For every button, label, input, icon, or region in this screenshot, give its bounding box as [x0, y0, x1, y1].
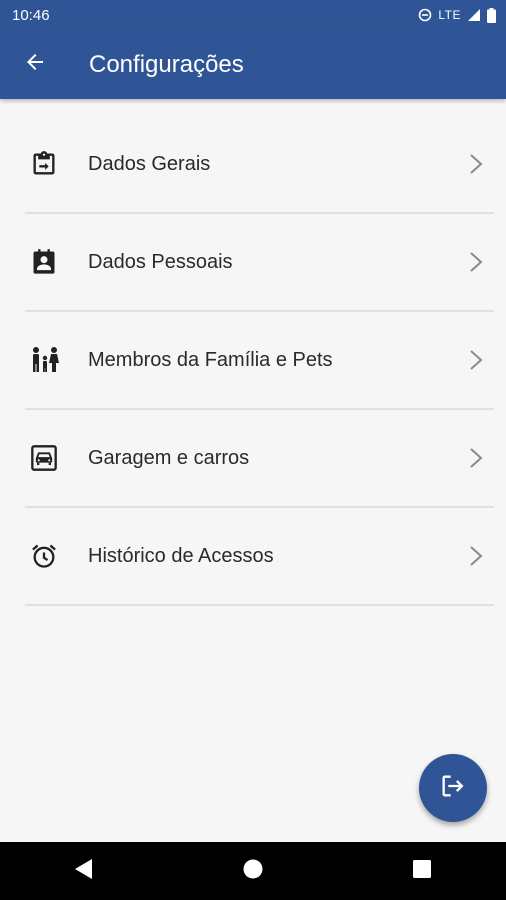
- status-bar: 10:46 LTE: [0, 0, 506, 30]
- app-bar: Configurações: [0, 30, 506, 99]
- signal-icon: [467, 8, 481, 22]
- menu-item-label: Histórico de Acessos: [88, 544, 274, 567]
- battery-icon: [487, 7, 496, 23]
- menu-item-label: Dados Pessoais: [88, 250, 233, 273]
- recents-square-icon: [412, 859, 432, 884]
- do-not-disturb-icon: [418, 8, 432, 22]
- nav-back-button[interactable]: [54, 846, 114, 896]
- system-nav-bar: [0, 842, 506, 900]
- back-triangle-icon: [74, 858, 94, 885]
- status-icons: LTE: [418, 7, 496, 23]
- network-type: LTE: [438, 8, 461, 22]
- menu-item-label: Membros da Família e Pets: [88, 348, 333, 371]
- nav-recents-button[interactable]: [392, 846, 452, 896]
- menu-item-membros-familia-pets[interactable]: Membros da Família e Pets: [25, 312, 494, 410]
- menu-item-label: Dados Gerais: [88, 152, 211, 175]
- chevron-right-icon: [468, 544, 484, 568]
- back-button[interactable]: [15, 45, 55, 85]
- page-title: Configurações: [89, 50, 244, 78]
- settings-list: Dados Gerais Dados Pessoais Membros da F…: [0, 116, 506, 606]
- logout-button[interactable]: [419, 754, 487, 822]
- home-circle-icon: [242, 858, 264, 885]
- arrow-back-icon: [23, 50, 47, 79]
- chevron-right-icon: [468, 152, 484, 176]
- alarm-clock-icon: [30, 538, 66, 574]
- menu-item-dados-pessoais[interactable]: Dados Pessoais: [25, 214, 494, 312]
- nav-home-button[interactable]: [223, 846, 283, 896]
- chevron-right-icon: [468, 446, 484, 470]
- family-icon: [30, 342, 66, 378]
- menu-item-garagem-carros[interactable]: Garagem e carros: [25, 410, 494, 508]
- garage-car-icon: [30, 440, 66, 476]
- logout-icon: [439, 772, 467, 805]
- chevron-right-icon: [468, 348, 484, 372]
- menu-item-label: Garagem e carros: [88, 446, 250, 469]
- contact-card-icon: [30, 244, 66, 280]
- menu-item-dados-gerais[interactable]: Dados Gerais: [25, 116, 494, 214]
- menu-item-historico-acessos[interactable]: Histórico de Acessos: [25, 508, 494, 606]
- clipboard-arrow-icon: [30, 146, 66, 182]
- status-time: 10:46: [12, 6, 50, 24]
- chevron-right-icon: [468, 250, 484, 274]
